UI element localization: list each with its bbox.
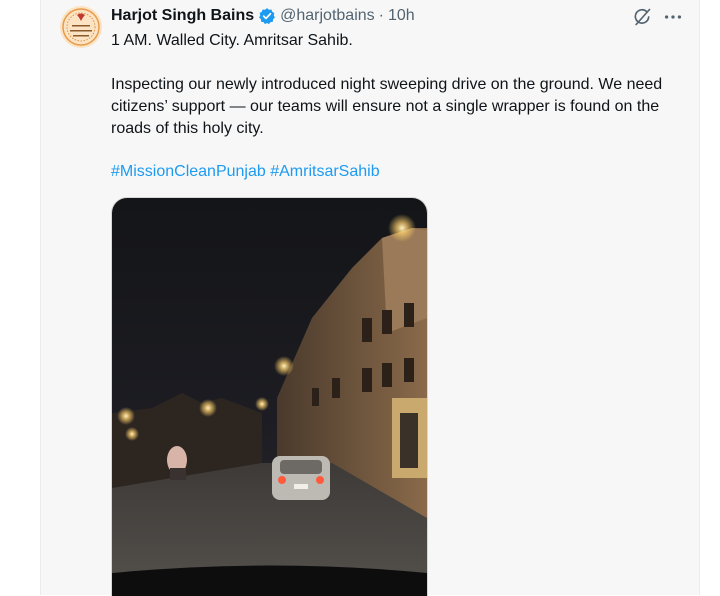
hashtag-link[interactable]: #AmritsarSahib bbox=[270, 163, 379, 180]
tweet-text: 1 AM. Walled City. Amritsar Sahib. Inspe… bbox=[111, 30, 671, 183]
tweet-body: Inspecting our newly introduced night sw… bbox=[111, 76, 663, 137]
hashtags: #MissionCleanPunjab #AmritsarSahib bbox=[111, 161, 671, 183]
grok-icon[interactable] bbox=[632, 7, 652, 27]
separator-dot: · bbox=[378, 7, 384, 24]
hashtag-link[interactable]: #MissionCleanPunjab bbox=[111, 163, 266, 180]
timestamp[interactable]: 10h bbox=[388, 7, 415, 25]
author-handle[interactable]: @harjotbains bbox=[280, 7, 375, 25]
verified-badge-icon bbox=[259, 8, 275, 25]
author-name[interactable]: Harjot Singh Bains bbox=[111, 7, 254, 25]
avatar[interactable] bbox=[60, 6, 102, 48]
tweet-video[interactable] bbox=[111, 197, 428, 596]
tweet-header: Harjot Singh Bains @harjotbains · 10h bbox=[111, 5, 415, 27]
more-options-icon[interactable] bbox=[662, 6, 684, 28]
tweet-line1: 1 AM. Walled City. Amritsar Sahib. bbox=[111, 32, 353, 49]
